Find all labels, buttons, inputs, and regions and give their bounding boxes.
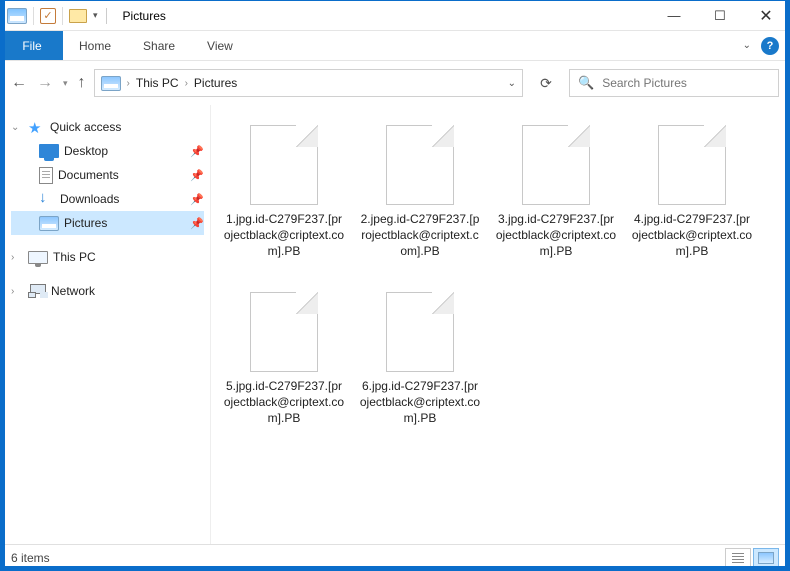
file-name: 4.jpg.id-C279F237.[projectblack@criptext… [631,211,753,260]
properties-icon[interactable]: ✓ [40,8,56,24]
chevron-right-icon[interactable]: › [127,78,130,89]
file-icon [386,292,454,372]
minimize-button[interactable]: — [651,1,697,31]
file-item[interactable]: 2.jpeg.id-C279F237.[projectblack@criptex… [355,121,485,264]
search-box[interactable]: 🔍 [569,69,779,97]
tree-quick-access[interactable]: ⌄ Quick access [11,115,204,139]
star-icon [28,119,45,136]
tree-label: Documents [58,168,185,182]
status-bar: 6 items [1,544,789,570]
file-icon [386,125,454,205]
pictures-icon [39,216,59,231]
tree-item-desktop[interactable]: Desktop 📌 [11,139,204,163]
tree-item-downloads[interactable]: Downloads 📌 [11,187,204,211]
chevron-right-icon[interactable]: › [185,78,188,89]
collapse-icon[interactable]: ⌄ [11,122,23,133]
refresh-button[interactable]: ⟳ [531,69,561,97]
file-item[interactable]: 3.jpg.id-C279F237.[projectblack@criptext… [491,121,621,264]
file-name: 2.jpeg.id-C279F237.[projectblack@criptex… [359,211,481,260]
pin-icon: 📌 [190,217,204,230]
network-icon [28,284,46,298]
help-icon[interactable]: ? [761,37,779,55]
address-bar[interactable]: › This PC › Pictures ⌄ [94,69,523,97]
separator [106,8,107,24]
new-folder-icon[interactable] [69,9,87,23]
app-icon[interactable] [7,8,27,24]
download-icon [39,191,55,207]
window-controls: — ☐ ✕ [651,1,789,31]
expand-icon[interactable]: › [11,252,23,263]
file-name: 1.jpg.id-C279F237.[projectblack@criptext… [223,211,345,260]
navigation-bar: ← → ▾ ↑ › This PC › Pictures ⌄ ⟳ 🔍 [1,61,789,105]
tree-item-documents[interactable]: Documents 📌 [11,163,204,187]
tab-view[interactable]: View [191,31,249,60]
pin-icon: 📌 [190,169,204,182]
body: ⌄ Quick access Desktop 📌 Documents 📌 Dow… [1,105,789,544]
title-bar[interactable]: ✓ ▾ Pictures — ☐ ✕ [1,1,789,31]
tree-network[interactable]: › Network [11,279,204,303]
file-item[interactable]: 5.jpg.id-C279F237.[projectblack@criptext… [219,288,349,431]
forward-button[interactable]: → [37,74,53,92]
tab-share[interactable]: Share [127,31,191,60]
close-button[interactable]: ✕ [743,1,789,31]
search-input[interactable] [602,76,770,90]
item-count: 6 items [11,551,50,565]
file-icon [522,125,590,205]
thumbnails-view-button[interactable] [753,548,779,568]
breadcrumb-segment[interactable]: Pictures [194,76,237,90]
file-item[interactable]: 1.jpg.id-C279F237.[projectblack@criptext… [219,121,349,264]
separator [33,7,34,25]
tree-this-pc[interactable]: › This PC [11,245,204,269]
qat-dropdown-icon[interactable]: ▾ [93,10,98,21]
file-item[interactable]: 4.jpg.id-C279F237.[projectblack@criptext… [627,121,757,264]
explorer-window: ✓ ▾ Pictures — ☐ ✕ File Home Share View … [0,0,790,571]
address-dropdown-icon[interactable]: ⌄ [508,78,516,89]
file-icon [250,125,318,205]
search-icon: 🔍 [578,75,594,91]
tree-label: This PC [53,250,204,264]
history-dropdown-icon[interactable]: ▾ [63,78,68,89]
tree-item-pictures[interactable]: Pictures 📌 [11,211,204,235]
back-button[interactable]: ← [11,74,27,92]
tab-home[interactable]: Home [63,31,127,60]
document-icon [39,167,53,184]
tree-label: Desktop [64,144,185,158]
details-view-button[interactable] [725,548,751,568]
tree-label: Downloads [60,192,185,206]
quick-access-toolbar: ✓ ▾ [7,7,98,25]
tree-label: Quick access [50,120,204,134]
expand-icon[interactable]: › [11,286,23,297]
file-view[interactable]: 1.jpg.id-C279F237.[projectblack@criptext… [211,105,789,544]
file-name: 6.jpg.id-C279F237.[projectblack@criptext… [359,378,481,427]
file-tab[interactable]: File [1,31,63,60]
tree-label: Network [51,284,204,298]
file-icon [250,292,318,372]
pin-icon: 📌 [190,193,204,206]
window-title: Pictures [123,9,166,23]
file-name: 3.jpg.id-C279F237.[projectblack@criptext… [495,211,617,260]
file-item[interactable]: 6.jpg.id-C279F237.[projectblack@criptext… [355,288,485,431]
file-name: 5.jpg.id-C279F237.[projectblack@criptext… [223,378,345,427]
computer-icon [28,251,48,264]
location-icon [101,76,121,91]
pin-icon: 📌 [190,145,204,158]
separator [62,7,63,25]
maximize-button[interactable]: ☐ [697,1,743,31]
tree-label: Pictures [64,216,185,230]
ribbon-expand-icon[interactable]: ⌄ [743,40,751,51]
file-icon [658,125,726,205]
navigation-pane[interactable]: ⌄ Quick access Desktop 📌 Documents 📌 Dow… [1,105,211,544]
desktop-icon [39,144,59,158]
breadcrumb-segment[interactable]: This PC [136,76,179,90]
up-button[interactable]: ↑ [78,74,86,92]
ribbon: File Home Share View ⌄ ? [1,31,789,61]
